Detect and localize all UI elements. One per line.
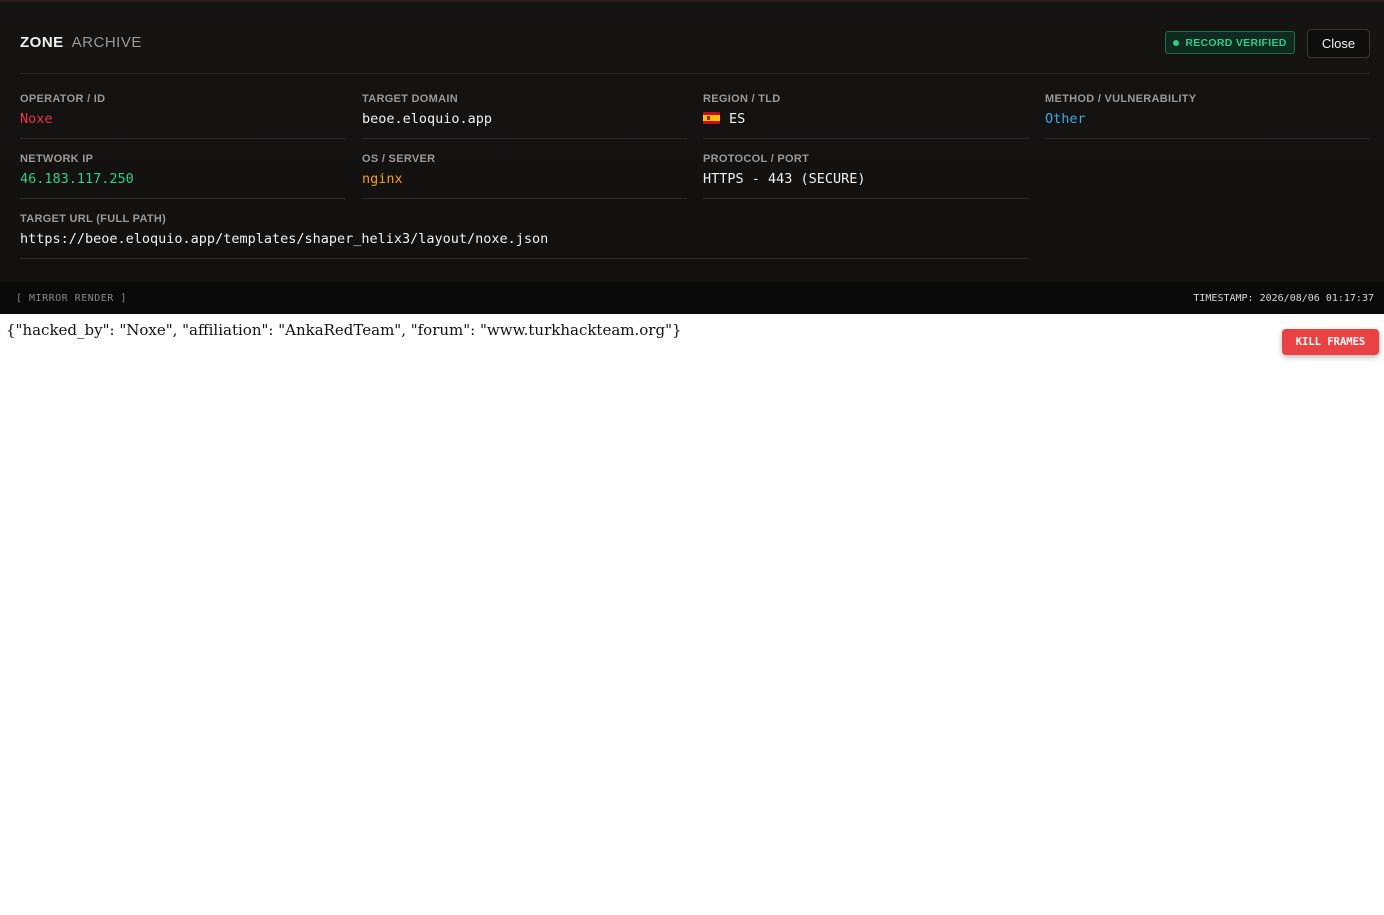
field-label: OS / SERVER <box>362 153 436 165</box>
status-dot-icon <box>1173 39 1180 46</box>
kill-frames-button[interactable]: KILL FRAMES <box>1282 329 1379 355</box>
field-label: TARGET DOMAIN <box>362 93 458 105</box>
field-operator: OPERATOR / ID Noxe <box>20 93 346 139</box>
protocol-value: HTTPS - 443 (SECURE) <box>703 171 866 187</box>
field-label: TARGET URL (FULL PATH) <box>20 213 167 225</box>
field-label: OPERATOR / ID <box>20 93 106 105</box>
field-ip: NETWORK IP 46.183.117.250 <box>20 153 346 199</box>
badge-label: RECORD VERIFIED <box>1185 36 1287 49</box>
url-value[interactable]: https://beoe.eloquio.app/templates/shape… <box>20 231 548 247</box>
field-label: REGION / TLD <box>703 93 781 105</box>
field-label: PROTOCOL / PORT <box>703 153 810 165</box>
os-value: nginx <box>362 171 403 187</box>
region-value: ES <box>703 111 745 127</box>
field-os: OS / SERVER nginx <box>362 153 687 199</box>
domain-value: beoe.eloquio.app <box>362 111 493 127</box>
method-value: Other <box>1045 111 1086 127</box>
record-header-panel: ZONE ARCHIVE RECORD VERIFIED Close OPERAT… <box>0 0 1384 282</box>
timestamp: TIMESTAMP: 2026/08/06 01:17:37 <box>1193 293 1374 304</box>
mirror-frame-content: {"hacked_by": "Noxe", "affiliation": "An… <box>6 321 682 339</box>
field-domain: TARGET DOMAIN beoe.eloquio.app <box>362 93 687 139</box>
brand-primary: ZONE <box>20 34 64 51</box>
operator-value: Noxe <box>20 111 53 127</box>
region-code: ES <box>729 111 746 127</box>
field-method: METHOD / VULNERABILITY Other <box>1045 93 1370 139</box>
brand-secondary: ARCHIVE <box>71 34 142 51</box>
record-verified-badge: RECORD VERIFIED <box>1165 31 1295 54</box>
top-bar: ZONE ARCHIVE RECORD VERIFIED Close <box>20 2 1370 74</box>
status-bar: [ MIRROR RENDER ] TIMESTAMP: 2026/08/06 … <box>0 282 1384 314</box>
mirror-render-label: [ MIRROR RENDER ] <box>16 293 127 304</box>
field-label: NETWORK IP <box>20 153 94 165</box>
field-url: TARGET URL (FULL PATH) https://beoe.eloq… <box>20 213 1029 259</box>
brand-logo: ZONE ARCHIVE <box>20 34 142 51</box>
field-protocol: PROTOCOL / PORT HTTPS - 443 (SECURE) <box>703 153 1029 199</box>
spain-flag-icon <box>703 112 720 124</box>
field-region: REGION / TLD ES <box>703 93 1029 139</box>
field-label: METHOD / VULNERABILITY <box>1045 93 1197 105</box>
ip-value: 46.183.117.250 <box>20 171 134 187</box>
close-button[interactable]: Close <box>1307 29 1370 58</box>
